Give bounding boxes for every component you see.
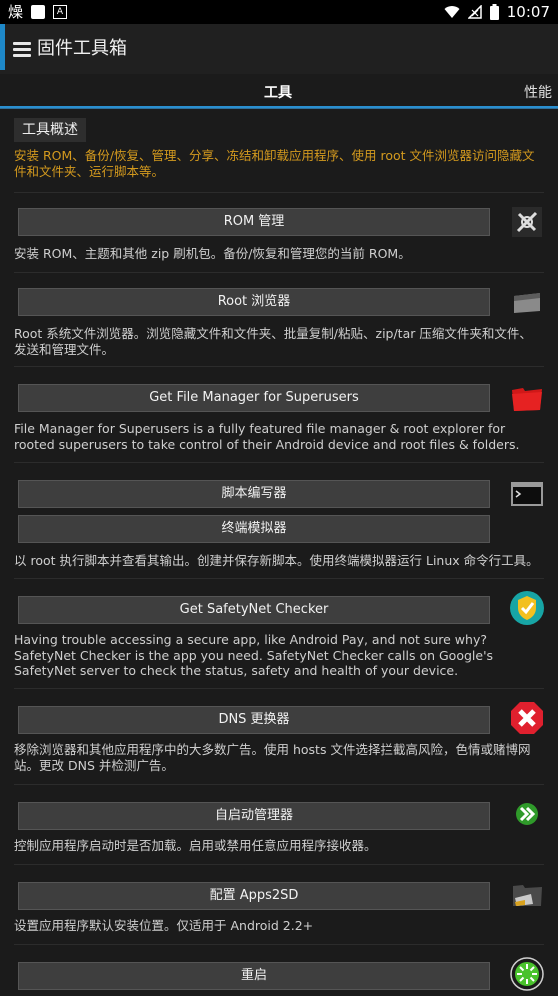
terminal-emulator-button[interactable]: 终端模拟器 [18,515,490,543]
configure-apps2sd-button[interactable]: 配置 Apps2SD [18,882,490,910]
notification-icon [31,5,46,19]
terminal-icon[interactable] [509,476,545,512]
section-divider [14,366,544,367]
block-x-icon[interactable] [509,700,545,736]
shield-check-icon[interactable] [509,590,545,626]
overview-title: 工具概述 [14,118,86,142]
file-manager-description: File Manager for Superusers is a fully f… [14,421,520,452]
rom-manager-description: 安装 ROM、主题和其他 zip 刷机包。备份/恢复和管理您的当前 ROM。 [14,246,411,261]
app-bar: 固件工具箱 [0,24,558,74]
status-bar: 燥 A 10:07 [0,0,558,24]
sd-card-icon[interactable] [509,876,545,912]
notification-a-icon: A [53,5,68,19]
tab-performance[interactable]: 性能 [524,82,552,102]
section-divider [14,192,544,193]
script-terminal-description: 以 root 执行脚本并查看其输出。创建并保存新脚本。使用终端模拟器运行 Lin… [14,553,539,568]
section-divider [14,462,544,463]
rom-manager-icon[interactable] [509,204,545,240]
tab-tools[interactable]: 工具 [264,82,292,102]
get-safetynet-checker-button[interactable]: Get SafetyNet Checker [18,596,490,624]
tab-indicator [0,106,558,108]
status-app-glyph: 燥 [8,3,24,21]
safetynet-description: Having trouble accessing a secure app, l… [14,632,494,678]
folder-icon[interactable] [509,380,545,416]
section-divider [14,784,544,785]
rom-manager-button[interactable]: ROM 管理 [18,208,490,236]
wifi-icon [444,6,460,19]
status-time: 10:07 [506,3,550,21]
autostart-description: 控制应用程序启动时是否加载。启用或禁用任意应用程序接收器。 [14,838,377,853]
drawer-edge-indicator [0,24,5,70]
section-divider [14,864,544,865]
overview-text: 安装 ROM、备份/恢复、管理、分享、冻结和卸载应用程序、使用 root 文件浏… [14,148,535,179]
apps2sd-description: 设置应用程序默认安装位置。仅适用于 Android 2.2+ [14,918,314,933]
reboot-icon[interactable] [509,956,545,992]
section-divider [14,578,544,579]
get-file-manager-button[interactable]: Get File Manager for Superusers [18,384,490,412]
dns-changer-description: 移除浏览器和其他应用程序中的大多数广告。使用 hosts 文件选择拦截高风险，色… [14,742,531,773]
tab-bar: 工具 性能 [0,74,558,109]
root-browser-description: Root 系统文件浏览器。浏览隐藏文件和文件夹、批量复制/粘贴、zip/tar … [14,326,532,357]
script-writer-button[interactable]: 脚本编写器 [18,480,490,508]
no-signal-icon [467,5,482,19]
section-divider [14,272,544,273]
battery-icon [489,4,499,20]
menu-icon[interactable] [13,42,31,57]
root-browser-icon[interactable] [509,284,545,320]
section-divider [14,688,544,689]
dns-changer-button[interactable]: DNS 更换器 [18,706,490,734]
fast-forward-icon[interactable] [509,796,545,832]
section-divider [14,944,544,945]
reboot-button[interactable]: 重启 [18,962,490,990]
autostart-manager-button[interactable]: 自启动管理器 [18,802,490,830]
root-browser-button[interactable]: Root 浏览器 [18,288,490,316]
app-title: 固件工具箱 [37,38,127,59]
